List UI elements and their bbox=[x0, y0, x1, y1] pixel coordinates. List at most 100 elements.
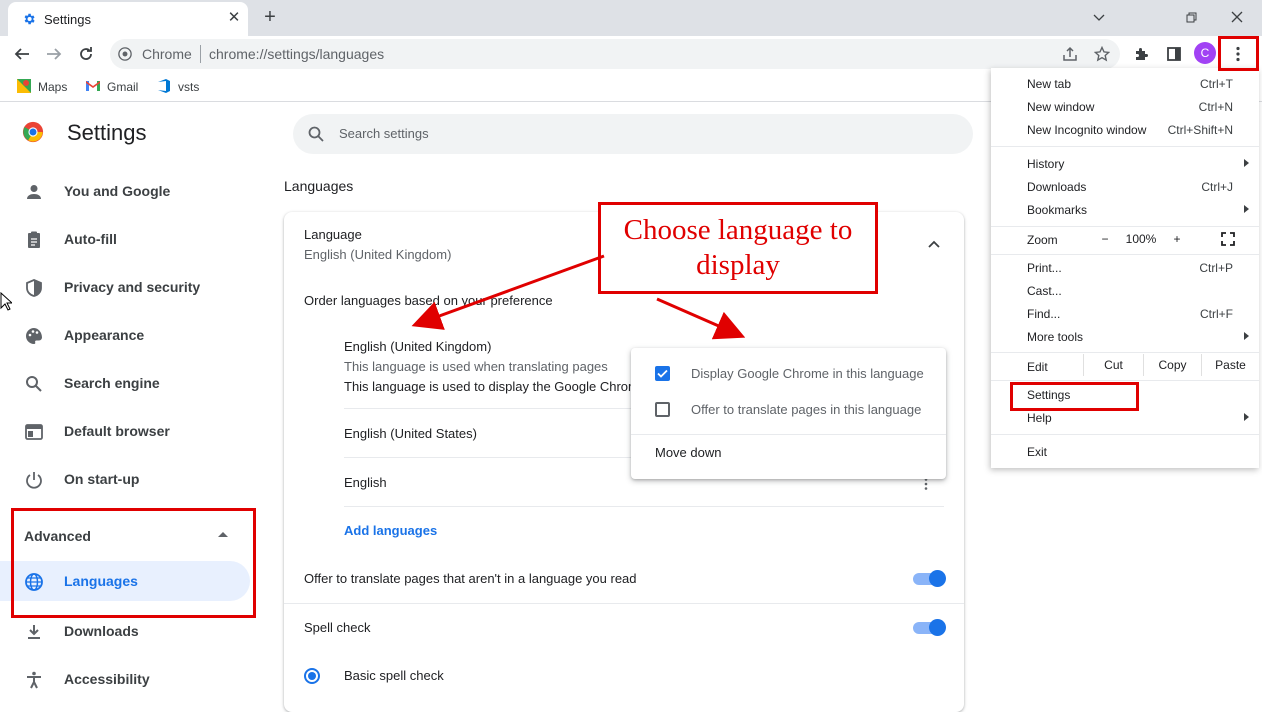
share-icon[interactable] bbox=[1058, 42, 1082, 66]
chrome-logo-icon bbox=[22, 121, 44, 143]
menu-item-new-window[interactable]: New window bbox=[1027, 100, 1094, 114]
cut-button[interactable]: Cut bbox=[1083, 354, 1143, 376]
search-icon bbox=[26, 376, 42, 392]
menu-item-bookmarks[interactable]: Bookmarks bbox=[1027, 203, 1087, 217]
menu-item-new-incognito-window[interactable]: New Incognito window bbox=[1027, 123, 1146, 137]
palette-icon bbox=[26, 328, 42, 344]
menu-shortcut: Ctrl+F bbox=[1200, 307, 1233, 321]
accessibility-icon bbox=[27, 671, 41, 689]
sidebar-item-auto-fill[interactable]: Auto-fill bbox=[0, 219, 250, 259]
zoom-out-button[interactable]: − bbox=[1091, 228, 1119, 250]
chrome-icon bbox=[118, 47, 132, 61]
menu-separator bbox=[991, 146, 1259, 147]
side-panel-icon[interactable] bbox=[1162, 42, 1186, 66]
sidebar-item-you-and-google[interactable]: You and Google bbox=[0, 171, 250, 211]
bookmark-label: Gmail bbox=[107, 80, 139, 94]
zoom-in-button[interactable]: + bbox=[1163, 228, 1191, 250]
bookmark-maps[interactable]: Maps bbox=[16, 78, 67, 96]
url-text[interactable]: chrome://settings/languages bbox=[209, 46, 384, 62]
sidebar-item-appearance[interactable]: Appearance bbox=[0, 315, 250, 355]
menu-shortcut: Ctrl+Shift+N bbox=[1167, 123, 1233, 137]
omnibox-separator bbox=[200, 45, 201, 63]
bookmark-label: vsts bbox=[178, 80, 200, 94]
menu-item-find[interactable]: Find... bbox=[1027, 307, 1060, 321]
display-language-label[interactable]: Display Google Chrome in this language bbox=[691, 366, 924, 381]
section-title: Languages bbox=[284, 178, 354, 194]
restore-icon[interactable] bbox=[1168, 4, 1214, 30]
search-placeholder: Search settings bbox=[339, 126, 429, 141]
fullscreen-icon[interactable] bbox=[1221, 232, 1235, 246]
menu-item-new-tab[interactable]: New tab bbox=[1027, 77, 1071, 91]
address-bar[interactable]: Chrome chrome://settings/languages bbox=[110, 39, 1120, 69]
back-arrow-icon[interactable] bbox=[10, 42, 34, 66]
sidebar-item-label: Search engine bbox=[64, 375, 160, 391]
close-icon[interactable] bbox=[1214, 4, 1260, 30]
move-down-button[interactable]: Move down bbox=[655, 445, 721, 460]
chevron-down-icon[interactable] bbox=[1076, 4, 1122, 30]
tab-strip: Settings ✕ + bbox=[0, 0, 1262, 36]
sidebar-item-label: Accessibility bbox=[64, 671, 150, 687]
copy-button[interactable]: Copy bbox=[1143, 354, 1201, 376]
menu-separator bbox=[991, 434, 1259, 435]
menu-separator bbox=[991, 226, 1259, 227]
page-title: Settings bbox=[67, 120, 147, 145]
sidebar-item-privacy-and-security[interactable]: Privacy and security bbox=[0, 267, 250, 307]
menu-item-help[interactable]: Help bbox=[1027, 411, 1052, 425]
sidebar-item-label: Downloads bbox=[64, 623, 139, 639]
sidebar-item-search-engine[interactable]: Search engine bbox=[0, 363, 250, 403]
offer-translate-toggle[interactable] bbox=[913, 570, 946, 587]
puzzle-icon[interactable] bbox=[1130, 42, 1154, 66]
mouse-cursor-icon bbox=[0, 292, 12, 311]
menu-item-exit[interactable]: Exit bbox=[1027, 445, 1047, 459]
reload-icon[interactable] bbox=[74, 42, 98, 66]
offer-translate-checkbox[interactable] bbox=[655, 402, 670, 417]
add-languages-button[interactable]: Add languages bbox=[344, 523, 437, 538]
menu-item-edit: Edit bbox=[1027, 360, 1048, 374]
gmail-icon bbox=[86, 81, 100, 91]
tab-title: Settings bbox=[44, 12, 91, 27]
menu-item-downloads[interactable]: Downloads bbox=[1027, 180, 1086, 194]
paste-button[interactable]: Paste bbox=[1201, 354, 1259, 376]
tab-settings[interactable]: Settings ✕ bbox=[8, 2, 248, 36]
divider bbox=[284, 603, 964, 604]
language-name: English (United States) bbox=[344, 426, 477, 441]
vsts-icon bbox=[158, 79, 170, 93]
bookmark-vsts[interactable]: vsts bbox=[156, 78, 199, 96]
menu-shortcut: Ctrl+T bbox=[1200, 77, 1233, 91]
language-note: This language is used to display the Goo… bbox=[344, 379, 632, 394]
search-input[interactable]: Search settings bbox=[293, 114, 973, 154]
spell-check-label: Spell check bbox=[304, 620, 371, 635]
submenu-arrow-icon bbox=[1244, 332, 1249, 340]
star-icon[interactable] bbox=[1090, 42, 1114, 66]
menu-item-history[interactable]: History bbox=[1027, 157, 1064, 171]
close-icon[interactable]: ✕ bbox=[224, 8, 244, 28]
forward-arrow-icon[interactable] bbox=[42, 42, 66, 66]
sidebar-item-accessibility[interactable]: Accessibility bbox=[0, 659, 250, 699]
menu-item-cast[interactable]: Cast... bbox=[1027, 284, 1062, 298]
avatar[interactable]: C bbox=[1194, 42, 1216, 64]
offer-translate-popup-label[interactable]: Offer to translate pages in this languag… bbox=[691, 402, 921, 417]
sidebar-item-on-start-up[interactable]: On start-up bbox=[0, 459, 250, 499]
browser-icon bbox=[25, 424, 43, 440]
spell-check-toggle[interactable] bbox=[913, 619, 946, 636]
language-options-popup: Display Google Chrome in this language O… bbox=[631, 348, 946, 479]
sidebar-item-label: Appearance bbox=[64, 327, 145, 343]
language-value: English (United Kingdom) bbox=[304, 247, 452, 262]
basic-spell-check-radio[interactable] bbox=[304, 668, 320, 684]
menu-separator bbox=[991, 380, 1259, 381]
toolbar: Chrome chrome://settings/languages C bbox=[0, 36, 1262, 72]
maps-icon bbox=[17, 79, 31, 93]
menu-shortcut: Ctrl+N bbox=[1198, 100, 1233, 114]
plus-icon[interactable]: + bbox=[258, 6, 282, 30]
bookmark-gmail[interactable]: Gmail bbox=[85, 78, 138, 96]
more-vertical-icon[interactable] bbox=[924, 478, 928, 490]
menu-item-print[interactable]: Print... bbox=[1027, 261, 1062, 275]
download-icon bbox=[28, 625, 40, 639]
menu-item-more-tools[interactable]: More tools bbox=[1027, 330, 1083, 344]
sidebar-item-label: Privacy and security bbox=[64, 279, 201, 295]
submenu-arrow-icon bbox=[1244, 413, 1249, 421]
display-language-checkbox[interactable] bbox=[655, 366, 670, 381]
chevron-up-icon[interactable] bbox=[927, 239, 941, 249]
highlight-box-settings bbox=[1010, 382, 1139, 411]
sidebar-item-default-browser[interactable]: Default browser bbox=[0, 411, 250, 451]
